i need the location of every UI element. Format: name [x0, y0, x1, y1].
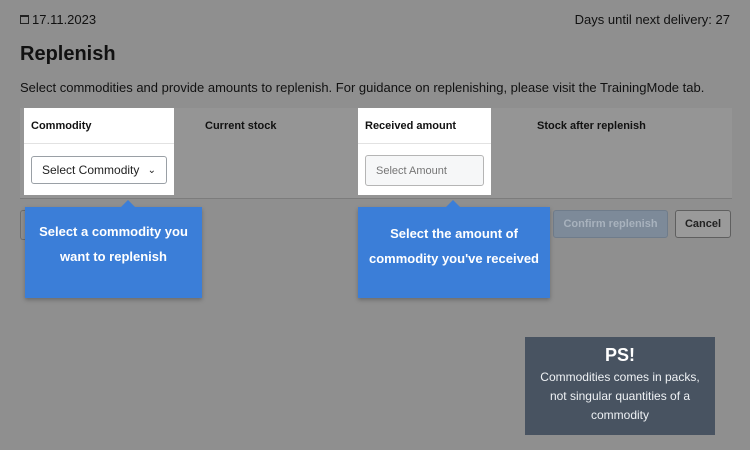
page-description: Select commodities and provide amounts t…: [20, 80, 705, 95]
ps-note: PS! Commodities comes in packs, not sing…: [525, 337, 715, 435]
commodity-tooltip-line-1: Select a commodity you: [39, 224, 188, 239]
ps-line-3: commodity: [590, 408, 649, 422]
ps-line-2: not singular quantities of a: [549, 389, 691, 403]
confirm-replenish-button[interactable]: Confirm replenish: [553, 210, 668, 238]
commodity-tooltip-line-2: want to replenish: [60, 249, 167, 264]
amount-tooltip-line-2: commodity you've received: [369, 251, 539, 266]
amount-tooltip: Select the amount of commodity you've re…: [358, 200, 550, 298]
commodity-select[interactable]: Select Commodity ⌄: [31, 156, 167, 184]
header-stock-after: Stock after replenish: [537, 120, 646, 132]
cancel-button[interactable]: Cancel: [675, 210, 731, 238]
commodity-select-label: Select Commodity: [42, 163, 140, 177]
header-received-amount: Received amount: [365, 120, 457, 132]
ps-line-1: Commodities comes in packs,: [540, 370, 700, 384]
commodity-tooltip: Select a commodity you want to replenish: [25, 200, 202, 298]
header-commodity: Commodity: [31, 120, 92, 132]
ps-text: Commodities comes in packs, not singular…: [525, 368, 715, 425]
chevron-down-icon: ⌄: [147, 164, 156, 176]
delivery-countdown: Days until next delivery: 27: [574, 12, 730, 27]
amount-tooltip-line-1: Select the amount of: [390, 226, 518, 241]
calendar-icon: [20, 15, 29, 24]
date-text: 17.11.2023: [32, 12, 97, 27]
header-date: 17.11.2023: [20, 12, 96, 27]
header-current-stock: Current stock: [205, 120, 277, 132]
ps-title: PS!: [604, 345, 635, 365]
page-title: Replenish: [20, 43, 116, 65]
amount-input[interactable]: [365, 155, 484, 186]
